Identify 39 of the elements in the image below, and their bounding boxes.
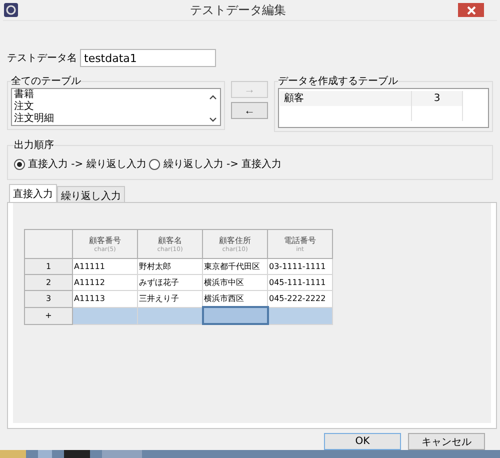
radio-button[interactable]: [149, 158, 160, 170]
group-title: 全てのテーブル: [11, 74, 81, 88]
tab[interactable]: 直接入力: [9, 184, 57, 202]
list-item[interactable]: 書籍: [14, 89, 206, 101]
table-cell[interactable]: A11112: [72, 274, 138, 290]
table-list[interactable]: 書籍 注文 注文明細: [11, 88, 221, 126]
move-button[interactable]: ←: [231, 102, 268, 119]
row-header[interactable]: 2: [24, 274, 72, 290]
down-icon: [209, 117, 217, 122]
close-button[interactable]: [458, 3, 484, 17]
table-cell[interactable]: A11111: [72, 258, 138, 274]
table-cell[interactable]: 三井えり子: [138, 290, 202, 307]
list-item[interactable]: 注文: [14, 101, 206, 113]
table-cell[interactable]: 横浜市中区: [202, 274, 268, 290]
tab[interactable]: 繰り返し入力: [57, 186, 125, 202]
dialog-button[interactable]: OK: [324, 433, 401, 450]
row-header[interactable]: 1: [24, 258, 72, 274]
up-icon: [209, 95, 217, 100]
list-item[interactable]: 注文明細: [14, 113, 206, 125]
dialog-button[interactable]: キャンセル: [408, 433, 485, 450]
radio-button[interactable]: [14, 158, 25, 170]
table-cell[interactable]: 顧客: [280, 91, 412, 106]
table-cell[interactable]: みずほ花子: [138, 274, 202, 290]
table-cell[interactable]: A11113: [72, 290, 138, 307]
group-title: データを作成するテーブル: [278, 74, 398, 88]
row-header[interactable]: 3: [24, 290, 72, 307]
new-row-cell[interactable]: [202, 307, 268, 324]
group-title: 出力順序: [14, 138, 54, 152]
field-label: テストデータ名: [7, 52, 77, 65]
table-cell[interactable]: 045-111-1111: [268, 274, 332, 290]
table-cell[interactable]: 045-222-2222: [268, 290, 332, 307]
table-cell[interactable]: 03-1111-1111: [268, 258, 332, 274]
table-cell[interactable]: 東京都千代田区: [202, 258, 268, 274]
window-title: テストデータ編集: [189, 2, 287, 18]
row-header[interactable]: +: [24, 307, 72, 324]
table-cell[interactable]: 野村太郎: [138, 258, 202, 274]
close-icon: [466, 6, 476, 14]
name-field[interactable]: testdata1: [80, 49, 216, 67]
table-cell[interactable]: 3: [412, 91, 463, 106]
